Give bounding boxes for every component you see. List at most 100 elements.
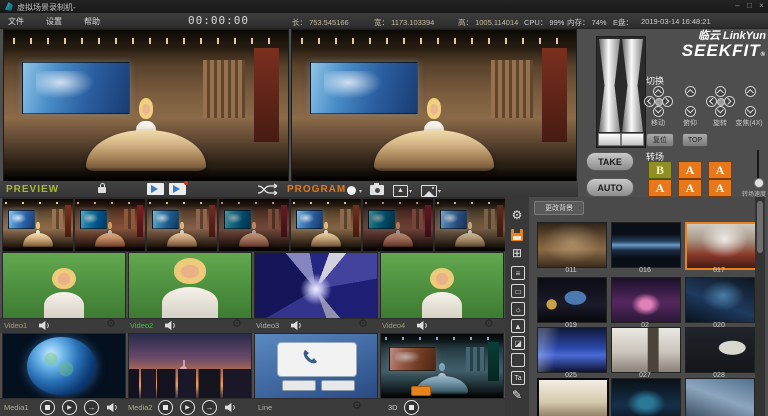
transition-speed-knob[interactable] [754, 178, 764, 188]
transition-tile-a1[interactable]: A [678, 161, 702, 179]
video1-speaker-icon[interactable] [38, 320, 51, 331]
scene-thumb-019[interactable] [537, 277, 607, 323]
reset-button[interactable]: 复位 [646, 133, 674, 147]
video3-settings-gear-icon[interactable]: ⚙ [358, 319, 368, 330]
scene-thumb-027[interactable] [611, 327, 681, 373]
text-tool-icon[interactable]: Ta [511, 371, 525, 385]
picture-icon[interactable] [421, 185, 437, 197]
frame-icon[interactable] [511, 353, 525, 367]
video1-settings-gear-icon[interactable]: ⚙ [106, 319, 116, 330]
top-button[interactable]: TOP [682, 133, 708, 147]
menu-file[interactable]: 文件 [8, 16, 24, 27]
transition-tile-a4[interactable]: A [678, 179, 702, 197]
line-accept-button[interactable] [282, 380, 316, 391]
scene-strip-thumb-2[interactable] [74, 198, 146, 252]
media1-play-button[interactable]: ▶ [62, 400, 77, 415]
pad-left-button[interactable] [644, 96, 655, 107]
scene-strip-thumb-6[interactable] [362, 198, 434, 252]
pad-right-button[interactable] [724, 96, 735, 107]
minimize-button[interactable]: – [732, 1, 743, 10]
scene-thumb-row4-1[interactable] [537, 378, 609, 416]
scene-strip-thumb-5[interactable] [290, 198, 362, 252]
media1-stop-button[interactable] [40, 400, 55, 415]
media1-speaker-icon[interactable] [106, 402, 119, 413]
pad-down-button[interactable] [745, 106, 756, 117]
pad-up-button[interactable] [745, 86, 756, 97]
maximize-button[interactable]: □ [744, 1, 755, 10]
snapshot-camera-icon[interactable] [370, 185, 384, 195]
transition-preset-star-icon[interactable] [169, 183, 186, 195]
add-grid-icon[interactable]: ⊞ [505, 247, 529, 260]
video2-tile[interactable] [128, 252, 252, 320]
pad-left-button[interactable] [706, 96, 717, 107]
scene-scrollbar-thumb[interactable] [757, 201, 763, 253]
export-icon[interactable]: ▲ [393, 185, 408, 197]
scene-strip-thumb-4[interactable] [218, 198, 290, 252]
t-bar-handle-left[interactable] [598, 133, 621, 146]
transition-tile-a2[interactable]: A [708, 161, 732, 179]
scene-thumb-011[interactable] [537, 222, 607, 268]
record-caret-icon[interactable]: ▾ [359, 188, 362, 195]
transition-preset-icon[interactable] [147, 183, 164, 195]
scene-thumb-016[interactable] [611, 222, 681, 268]
scene-thumb-028[interactable] [685, 327, 755, 373]
scene-strip-thumb-3[interactable] [146, 198, 218, 252]
video4-tile[interactable] [380, 252, 504, 320]
picture-caret-icon[interactable]: ▾ [438, 188, 441, 195]
t-bar-handle-right[interactable] [621, 133, 644, 146]
video2-settings-gear-icon[interactable]: ⚙ [232, 319, 242, 330]
scene-strip-thumb-7[interactable] [434, 198, 506, 252]
line-tile[interactable] [254, 333, 378, 399]
pad-right-button[interactable] [662, 96, 673, 107]
line-reject-button[interactable] [321, 380, 355, 391]
lock-icon[interactable] [98, 187, 106, 193]
video3-speaker-icon[interactable] [290, 320, 303, 331]
video4-settings-gear-icon[interactable]: ⚙ [484, 319, 494, 330]
scene-thumb-017-selected[interactable] [685, 222, 757, 270]
auto-button[interactable]: AUTO [586, 178, 634, 197]
scene-thumb-025[interactable] [537, 327, 607, 373]
layers-icon[interactable]: ◪ [511, 336, 525, 350]
scene-thumb-020[interactable] [685, 277, 755, 323]
close-button[interactable]: × [756, 1, 767, 10]
video2-speaker-icon[interactable] [164, 320, 177, 331]
media2-stop-button[interactable] [158, 400, 173, 415]
settings-gear-icon[interactable]: ⚙ [505, 209, 529, 222]
media2-play-button[interactable]: ▶ [180, 400, 195, 415]
pad-down-button[interactable] [715, 106, 726, 117]
monitor-icon[interactable]: ▭ [511, 284, 525, 298]
take-button[interactable]: TAKE [586, 152, 634, 171]
scene-strip-thumb-1[interactable] [2, 198, 74, 252]
save-icon[interactable] [511, 229, 523, 241]
pad-down-button[interactable] [685, 106, 696, 117]
pad-center-button[interactable] [717, 98, 725, 106]
media2-speaker-icon[interactable] [224, 402, 237, 413]
export-caret-icon[interactable]: ▾ [409, 188, 412, 195]
program-monitor[interactable] [291, 29, 577, 183]
transition-tile-b[interactable]: B [648, 161, 672, 179]
media1-loop-button[interactable]: → [84, 400, 99, 415]
video4-speaker-icon[interactable] [416, 320, 429, 331]
scene-thumb-02[interactable] [611, 277, 681, 323]
pad-up-button[interactable] [653, 86, 664, 97]
transition-tile-a3[interactable]: A [648, 179, 672, 197]
record-icon[interactable] [347, 186, 356, 195]
swap-preview-program-icon[interactable] [256, 183, 282, 196]
list-icon[interactable]: ≡ [511, 266, 525, 280]
media2-loop-button[interactable]: → [202, 400, 217, 415]
image-icon[interactable]: ▲ [511, 319, 525, 333]
threed-stop-button[interactable] [404, 400, 419, 415]
line-settings-gear-icon[interactable]: ⚙ [352, 401, 362, 412]
pad-center-button[interactable] [655, 98, 663, 106]
light-icon[interactable]: ☼ [511, 302, 525, 316]
scene-thumb-row4-3[interactable] [685, 378, 755, 416]
pad-up-button[interactable] [715, 86, 726, 97]
video3-tile[interactable] [254, 252, 378, 320]
pad-down-button[interactable] [653, 106, 664, 117]
media1-tile[interactable] [2, 333, 126, 399]
video1-tile[interactable] [2, 252, 126, 320]
media2-tile[interactable] [128, 333, 252, 399]
pad-up-button[interactable] [685, 86, 696, 97]
menu-settings[interactable]: 设置 [46, 16, 62, 27]
scene-thumb-row4-2[interactable] [611, 378, 681, 416]
